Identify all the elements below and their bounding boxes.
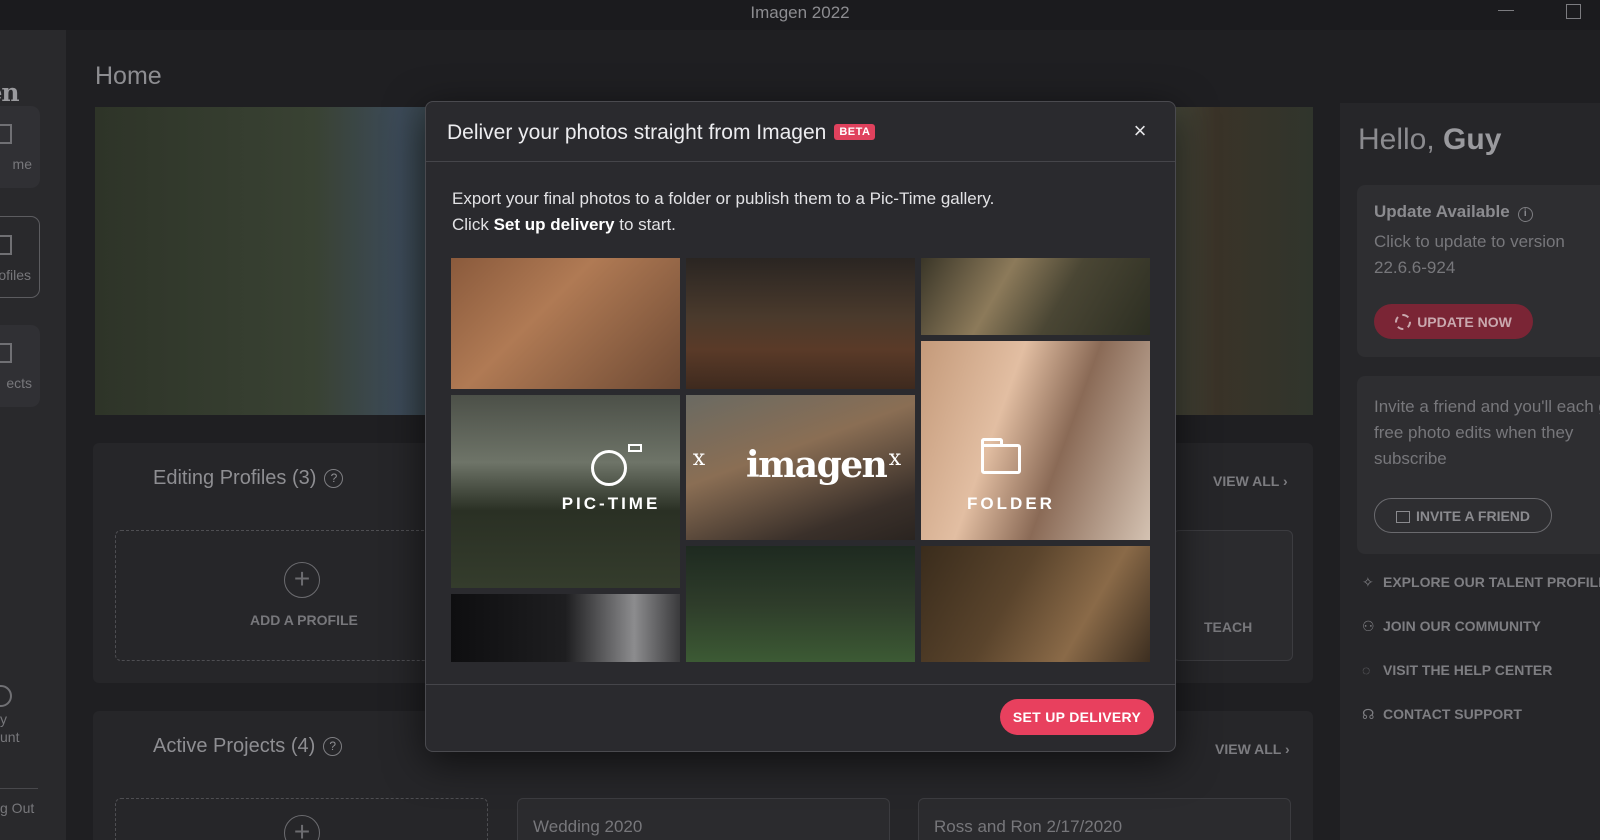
modal-header: Deliver your photos straight from Imagen… xyxy=(426,102,1175,162)
folder-label: FOLDER xyxy=(967,494,1055,513)
desc-bold: Set up delivery xyxy=(493,215,615,234)
window-title: Imagen 2022 xyxy=(750,3,850,22)
imagen-logo: imagen xyxy=(746,444,888,486)
photo-collage: PIC-TIME x imagen x FOLDER xyxy=(451,258,1150,662)
collage-photo xyxy=(451,594,680,662)
pictime-logo-icon xyxy=(591,450,627,486)
maximize-icon[interactable] xyxy=(1566,4,1581,19)
collage-photo xyxy=(451,395,680,588)
x-separator: x xyxy=(692,446,706,471)
beta-badge: BETA xyxy=(834,124,876,140)
modal-description-line1: Export your final photos to a folder or … xyxy=(452,189,995,208)
collage-photo xyxy=(686,258,915,389)
collage-photo xyxy=(921,258,1150,335)
pictime-flag-icon xyxy=(628,444,642,452)
modal-description: Export your final photos to a folder or … xyxy=(452,186,1152,238)
title-bar: Imagen 2022 xyxy=(0,0,1600,30)
delivery-modal: Deliver your photos straight from Imagen… xyxy=(425,101,1176,752)
x-separator: x xyxy=(888,446,902,471)
folder-icon xyxy=(981,438,1021,474)
desc-suffix: to start. xyxy=(614,215,676,234)
collage-photo xyxy=(921,546,1150,662)
minimize-icon[interactable] xyxy=(1498,10,1514,11)
close-icon[interactable]: × xyxy=(1129,120,1151,142)
desc-prefix: Click xyxy=(452,215,494,234)
modal-description-line2: Click Set up delivery to start. xyxy=(452,212,1152,238)
modal-title-text: Deliver your photos straight from Imagen xyxy=(447,121,827,144)
pictime-label: PIC-TIME xyxy=(561,494,661,513)
modal-footer-divider xyxy=(426,684,1175,685)
collage-photo xyxy=(686,546,915,662)
modal-title: Deliver your photos straight from Imagen… xyxy=(447,121,876,145)
collage-photo xyxy=(451,258,680,389)
set-up-delivery-button[interactable]: SET UP DELIVERY xyxy=(1000,699,1154,735)
